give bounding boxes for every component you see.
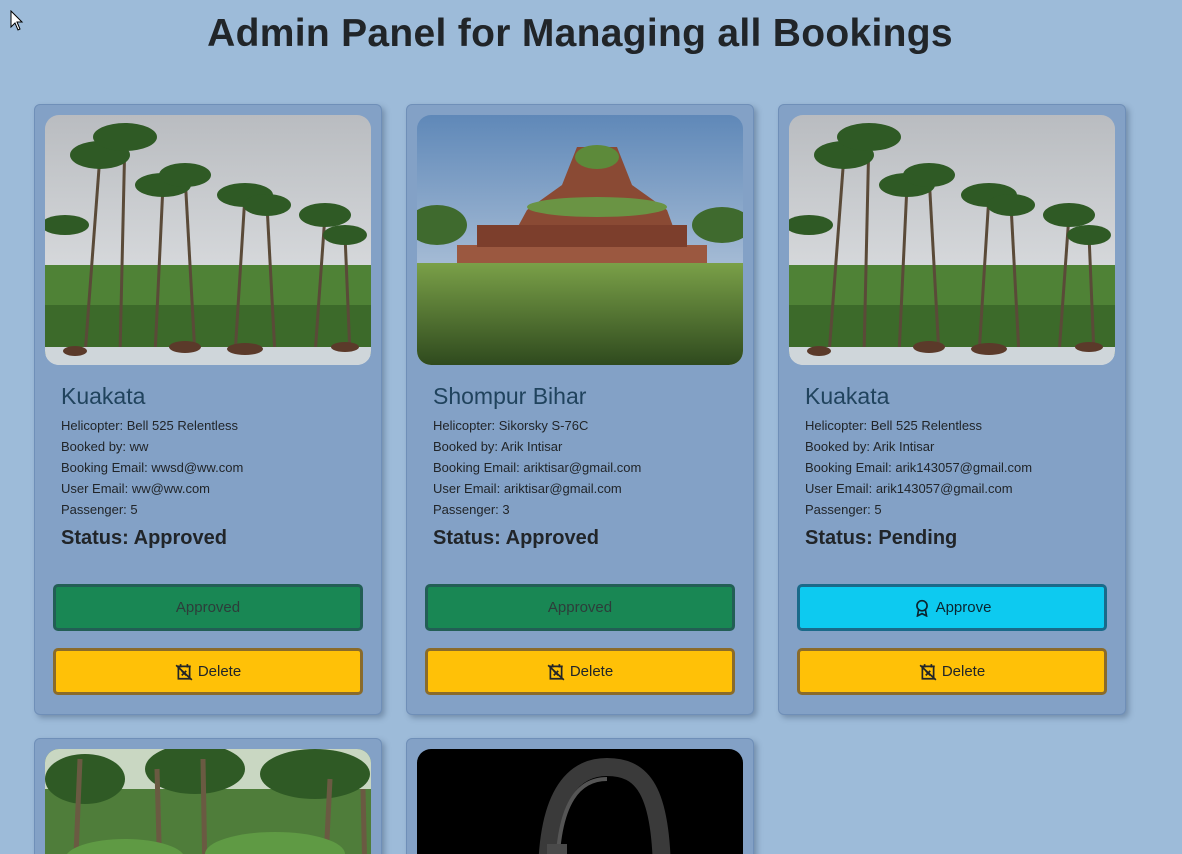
- destination-image-temple: [417, 115, 743, 365]
- passenger-info: Passenger: 3: [433, 502, 510, 517]
- calendar-x-icon: [175, 663, 193, 680]
- status-text: Status: Approved: [433, 527, 599, 549]
- booked-by-info: Booked by: Arik Intisar: [433, 439, 563, 454]
- booking-card: [406, 738, 754, 854]
- destination-image-palm-beach: [789, 115, 1115, 365]
- booking-card: Kuakata Helicopter: Bell 525 Relentless …: [778, 104, 1126, 715]
- booking-card: Shompur Bihar Helicopter: Sikorsky S-76C…: [406, 104, 754, 715]
- booking-email-info: Booking Email: wwsd@ww.com: [61, 460, 244, 475]
- destination-image-palm-beach: [45, 115, 371, 365]
- booking-email-info: Booking Email: ariktisar@gmail.com: [433, 460, 642, 475]
- booking-card: [34, 738, 382, 854]
- passenger-info: Passenger: 5: [805, 502, 882, 517]
- status-text: Status: Pending: [805, 527, 958, 549]
- booked-by-info: Booked by: Arik Intisar: [805, 439, 935, 454]
- user-email-info: User Email: ariktisar@gmail.com: [433, 481, 622, 496]
- award-icon: [915, 599, 928, 617]
- user-email-info: User Email: arik143057@gmail.com: [805, 481, 1013, 496]
- helicopter-info: Helicopter: Bell 525 Relentless: [805, 418, 983, 433]
- approve-button[interactable]: Approve: [797, 584, 1107, 631]
- destination-image-headphones: [417, 749, 743, 854]
- calendar-x-icon: [919, 663, 937, 680]
- passenger-info: Passenger: 5: [61, 502, 138, 517]
- delete-button[interactable]: Delete: [797, 648, 1107, 695]
- booking-email-info: Booking Email: arik143057@gmail.com: [805, 460, 1033, 475]
- user-email-info: User Email: ww@ww.com: [61, 481, 211, 496]
- booking-card: Kuakata Helicopter: Bell 525 Relentless …: [34, 104, 382, 715]
- booked-by-info: Booked by: ww: [61, 439, 149, 454]
- status-text: Status: Approved: [61, 527, 227, 549]
- delete-button[interactable]: Delete: [425, 648, 735, 695]
- helicopter-info: Helicopter: Bell 525 Relentless: [61, 418, 239, 433]
- destination-name: Kuakata: [61, 383, 146, 409]
- delete-button[interactable]: Delete: [53, 648, 363, 695]
- calendar-x-icon: [547, 663, 565, 680]
- helicopter-info: Helicopter: Sikorsky S-76C: [433, 418, 589, 433]
- page-title: Admin Panel for Managing all Bookings: [207, 12, 953, 55]
- approved-button[interactable]: Approved: [53, 584, 363, 631]
- destination-name: Kuakata: [805, 383, 890, 409]
- approved-button[interactable]: Approved: [425, 584, 735, 631]
- destination-image-tea-garden: [45, 749, 371, 854]
- destination-name: Shompur Bihar: [433, 383, 587, 409]
